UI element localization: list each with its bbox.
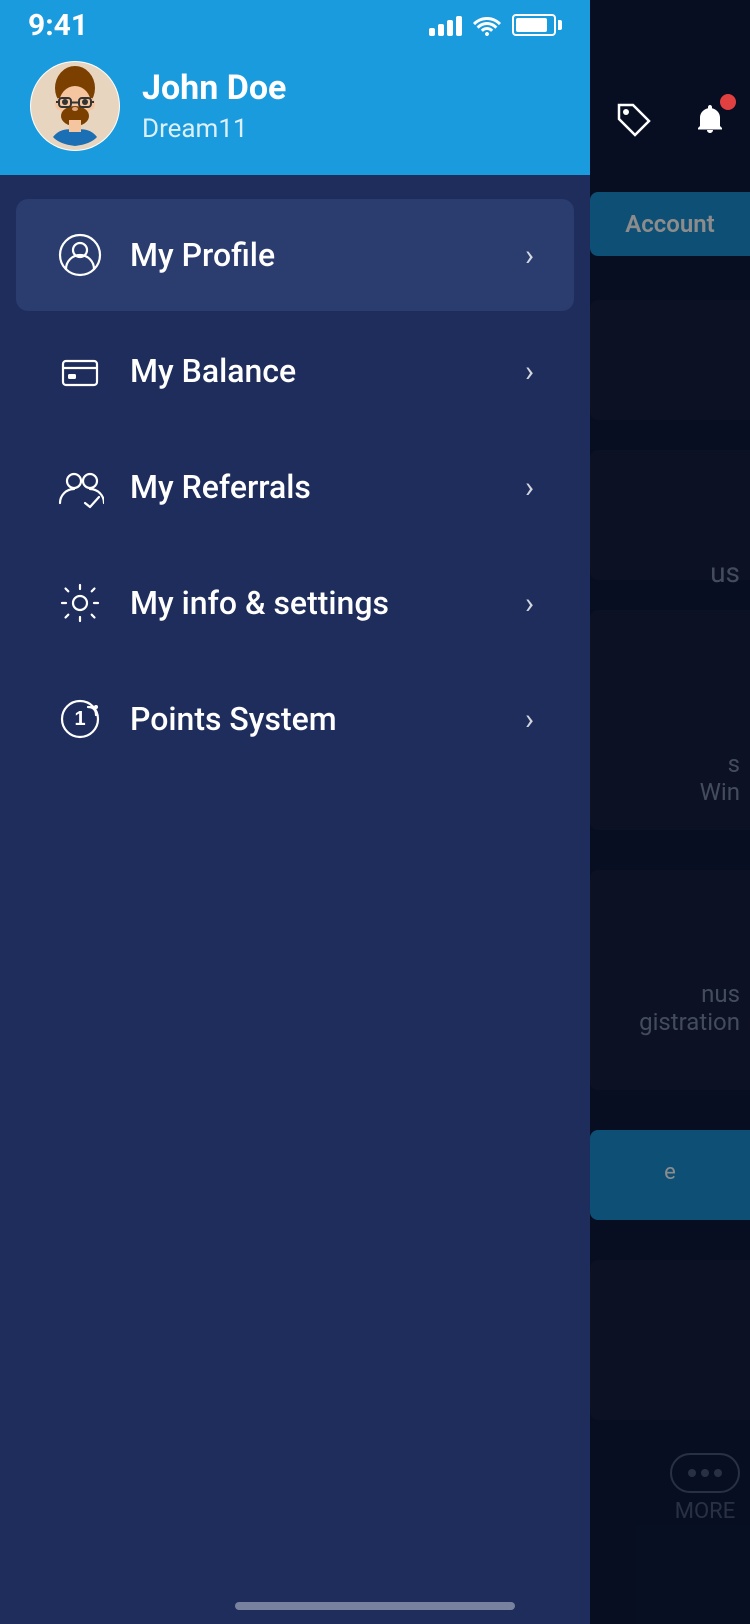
navigation-drawer: 9:41	[0, 0, 590, 1624]
sidebar-item-label: My Balance	[130, 352, 499, 390]
user-subtitle: Dream11	[142, 114, 286, 144]
profile-icon	[56, 231, 104, 279]
sidebar-item-label: Points System	[130, 700, 499, 738]
svg-text:1: 1	[74, 708, 85, 730]
settings-icon	[56, 579, 104, 627]
sidebar-item-label: My Profile	[130, 236, 499, 274]
status-time: 9:41	[28, 8, 88, 43]
tag-icon	[613, 99, 655, 141]
status-bar: 9:41	[0, 0, 590, 50]
user-name: John Doe	[142, 68, 286, 108]
sidebar-item-my-info-settings[interactable]: My info & settings ›	[16, 547, 574, 659]
balance-icon	[56, 347, 104, 395]
bell-icon-wrap[interactable]	[680, 90, 740, 150]
points-icon: 1	[56, 695, 104, 743]
top-right-icons	[604, 90, 740, 150]
chevron-right-icon: ›	[525, 470, 534, 505]
notification-badge	[720, 94, 736, 110]
tag-icon-wrap[interactable]	[604, 90, 664, 150]
drawer-menu: My Profile › My Balance ›	[0, 175, 590, 1624]
chevron-right-icon: ›	[525, 586, 534, 621]
home-indicator	[235, 1602, 515, 1610]
chevron-right-icon: ›	[525, 702, 534, 737]
wifi-icon	[472, 14, 502, 36]
sidebar-item-label: My info & settings	[130, 584, 499, 622]
referrals-icon	[56, 463, 104, 511]
avatar	[30, 61, 120, 151]
sidebar-item-label: My Referrals	[130, 468, 499, 506]
sidebar-item-my-balance[interactable]: My Balance ›	[16, 315, 574, 427]
sidebar-item-points-system[interactable]: 1 Points System ›	[16, 663, 574, 775]
avatar-image	[31, 62, 119, 150]
chevron-right-icon: ›	[525, 354, 534, 389]
status-icons	[429, 14, 562, 36]
battery-icon	[512, 14, 562, 36]
chevron-right-icon: ›	[525, 238, 534, 273]
sidebar-item-my-referrals[interactable]: My Referrals ›	[16, 431, 574, 543]
user-info: John Doe Dream11	[142, 68, 286, 144]
signal-icon	[429, 14, 462, 36]
sidebar-item-my-profile[interactable]: My Profile ›	[16, 199, 574, 311]
user-row: John Doe Dream11	[30, 61, 560, 151]
